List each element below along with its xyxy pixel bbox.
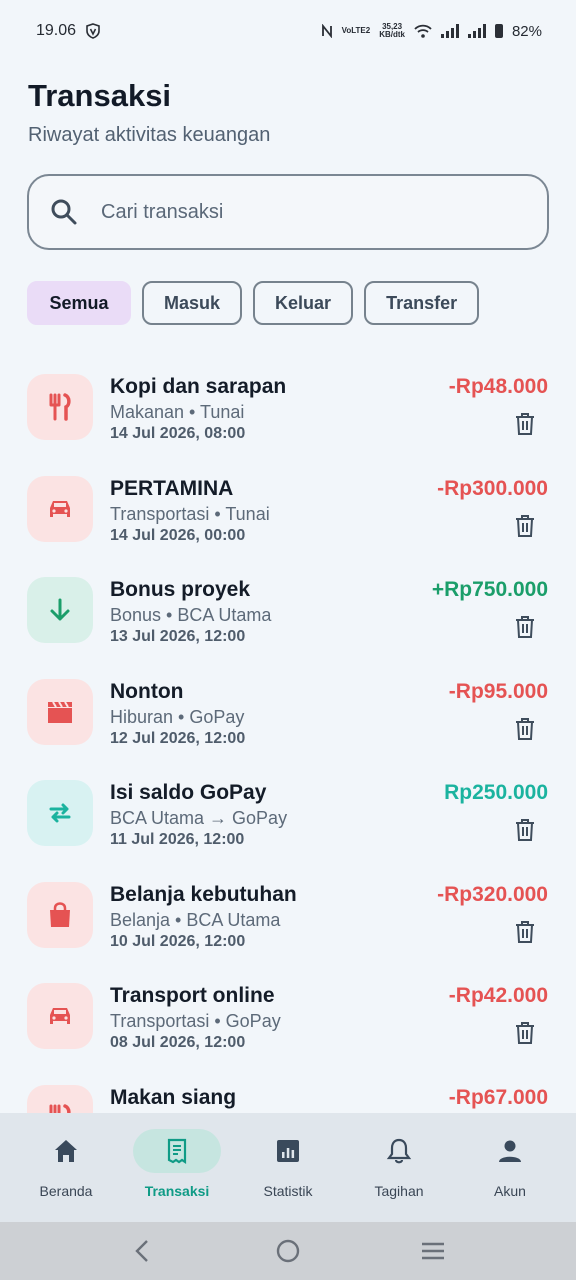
transaction-amount: -Rp300.000 <box>437 476 548 500</box>
page-header: Transaksi Riwayat aktivitas keuangan <box>28 78 270 147</box>
search-input[interactable] <box>101 200 501 224</box>
transaction-item[interactable]: Kopi dan sarapan Makanan • Tunai 14 Jul … <box>0 358 576 460</box>
bell-icon <box>386 1138 412 1164</box>
bottom-nav: Beranda Transaksi Statistik Tagihan Akun <box>0 1113 576 1222</box>
transaction-name: Bonus proyek <box>110 578 251 601</box>
chart-icon <box>277 1140 299 1162</box>
transaction-name: Nonton <box>110 679 184 703</box>
back-icon[interactable] <box>129 1237 157 1265</box>
filter-chip-masuk[interactable]: Masuk <box>142 281 243 325</box>
transaction-meta: Makanan • Tunai <box>110 402 245 422</box>
trash-icon[interactable] <box>514 920 536 944</box>
nav-item-tagihan[interactable]: Tagihan <box>351 1113 447 1222</box>
nav-label: Akun <box>494 1183 526 1199</box>
transaction-meta: Bonus • BCA Utama <box>110 605 272 625</box>
transaction-amount: +Rp750.000 <box>431 578 548 601</box>
shield-v-icon <box>86 23 100 39</box>
trash-icon[interactable] <box>514 514 536 538</box>
home-circle-icon[interactable] <box>274 1237 302 1265</box>
signal-2-icon <box>467 24 486 38</box>
car-icon <box>27 475 93 542</box>
trash-icon[interactable] <box>514 1021 536 1045</box>
transaction-meta: Transportasi • Tunai <box>110 503 270 524</box>
page-subtitle: Riwayat aktivitas keuangan <box>28 124 271 146</box>
transaction-item[interactable]: Isi saldo GoPay BCA Utama → GoPay 11 Jul… <box>0 764 576 866</box>
arrow-down-icon <box>27 577 93 643</box>
search-box[interactable] <box>27 174 549 250</box>
transaction-meta: Transportasi • GoPay <box>110 1011 281 1031</box>
status-bar: 19.06 VoLTE2 35,23 KB/dtk 82% <box>0 0 576 62</box>
nav-label: Beranda <box>39 1183 93 1199</box>
shopping-bag-icon <box>27 881 93 948</box>
transaction-meta: BCA Utama → GoPay <box>110 808 288 828</box>
network-speed-unit: KB/dtk <box>379 30 405 39</box>
transaction-item[interactable]: Belanja kebutuhan Belanja • BCA Utama 10… <box>0 866 576 968</box>
nav-label: Statistik <box>263 1183 313 1199</box>
transaction-name: Transport online <box>110 984 275 1007</box>
filter-chip-keluar[interactable]: Keluar <box>253 281 354 325</box>
receipt-icon <box>167 1138 187 1165</box>
recents-menu-icon[interactable] <box>419 1237 447 1265</box>
home-icon <box>55 1140 77 1162</box>
clapperboard-icon <box>27 678 93 745</box>
transaction-date: 11 Jul 2026, 12:00 <box>110 831 245 848</box>
nav-item-beranda[interactable]: Beranda <box>18 1113 114 1222</box>
battery-icon <box>494 24 503 38</box>
transfer-arrows-icon <box>27 780 93 846</box>
transaction-amount: -Rp48.000 <box>448 375 548 398</box>
transaction-item[interactable]: Transport online Transportasi • GoPay 08… <box>0 967 576 1069</box>
transaction-amount: -Rp42.000 <box>448 984 548 1007</box>
wifi-icon <box>414 24 432 38</box>
transaction-name: Isi saldo GoPay <box>110 781 267 804</box>
nav-item-akun[interactable]: Akun <box>462 1113 558 1222</box>
trash-icon[interactable] <box>514 615 536 639</box>
filter-chips: Semua Masuk Keluar Transfer <box>27 281 480 325</box>
trash-icon[interactable] <box>514 717 536 741</box>
transaction-amount: -Rp320.000 <box>437 882 548 906</box>
clock: 19.06 <box>36 22 77 39</box>
transaction-date: 14 Jul 2026, 08:00 <box>110 425 246 442</box>
transaction-item[interactable]: PERTAMINA Transportasi • Tunai 14 Jul 20… <box>0 460 576 562</box>
trash-icon[interactable] <box>514 818 536 842</box>
transaction-amount: -Rp67.000 <box>448 1085 548 1109</box>
network-speed: 35,23 KB/dtk <box>379 23 405 39</box>
transaction-item[interactable]: Bonus proyek Bonus • BCA Utama 13 Jul 20… <box>0 561 576 663</box>
transaction-date: 14 Jul 2026, 00:00 <box>110 526 246 544</box>
nfc-icon <box>321 24 332 38</box>
transaction-item[interactable]: Nonton Hiburan • GoPay 12 Jul 2026, 12:0… <box>0 663 576 765</box>
transaction-date: 13 Jul 2026, 12:00 <box>110 628 246 645</box>
transaction-amount: Rp250.000 <box>444 781 548 804</box>
car-icon <box>27 983 93 1049</box>
filter-chip-semua[interactable]: Semua <box>27 281 131 325</box>
person-icon <box>499 1140 521 1162</box>
nav-item-statistik[interactable]: Statistik <box>240 1113 336 1222</box>
transaction-meta: Hiburan • GoPay <box>110 706 245 727</box>
transaction-name: Makan siang <box>110 1085 237 1109</box>
filter-chip-transfer[interactable]: Transfer <box>364 281 480 325</box>
volte-indicator: VoLTE2 <box>341 26 371 35</box>
page-title: Transaksi <box>28 78 172 113</box>
battery-percent: 82% <box>511 22 542 40</box>
transaction-amount: -Rp95.000 <box>448 679 548 703</box>
nav-label: Transaksi <box>144 1183 210 1199</box>
transaction-date: 12 Jul 2026, 12:00 <box>110 729 246 747</box>
transaction-list: Kopi dan sarapan Makanan • Tunai 14 Jul … <box>0 358 576 1170</box>
search-icon <box>51 199 77 225</box>
transaction-name: Kopi dan sarapan <box>110 375 287 398</box>
transaction-name: PERTAMINA <box>110 476 234 500</box>
transaction-name: Belanja kebutuhan <box>110 882 297 906</box>
nav-item-transaksi[interactable]: Transaksi <box>129 1113 225 1222</box>
transaction-meta: Belanja • BCA Utama <box>110 909 281 930</box>
nav-label: Tagihan <box>374 1183 424 1199</box>
trash-icon[interactable] <box>514 412 536 436</box>
utensils-icon <box>27 374 93 440</box>
system-nav-bar <box>0 1222 576 1280</box>
transaction-date: 10 Jul 2026, 12:00 <box>110 932 246 950</box>
signal-icon <box>440 24 459 38</box>
transaction-date: 08 Jul 2026, 12:00 <box>110 1034 246 1051</box>
